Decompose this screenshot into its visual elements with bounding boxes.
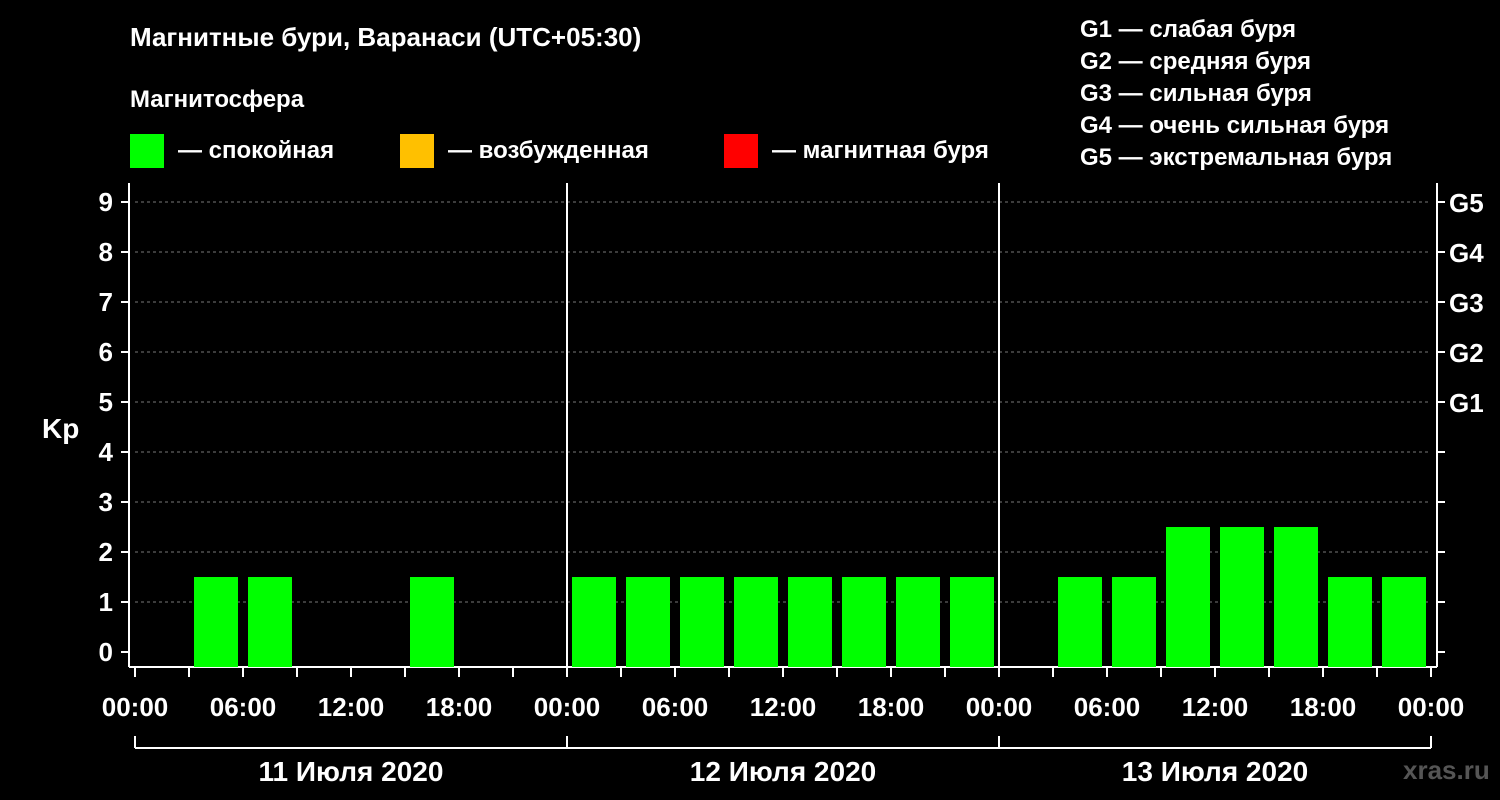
x-tick-label: 00:00: [534, 692, 601, 722]
kp-bar: [1112, 577, 1156, 667]
kp-bar: [1274, 527, 1318, 667]
y-tick-label: 1: [99, 587, 113, 617]
kp-bar: [248, 577, 292, 667]
y-tick-label: 8: [99, 237, 113, 267]
y-tick-label: 7: [99, 287, 113, 317]
kp-bar: [410, 577, 454, 667]
x-tick-label: 06:00: [1074, 692, 1141, 722]
y-tick-label: 2: [99, 537, 113, 567]
right-tick-label: G3: [1449, 288, 1484, 318]
kp-bar: [626, 577, 670, 667]
y-tick-label: 9: [99, 187, 113, 217]
x-tick-label: 18:00: [858, 692, 925, 722]
y-tick-label: 0: [99, 637, 113, 667]
x-tick-label: 12:00: [318, 692, 385, 722]
x-tick-label: 06:00: [210, 692, 277, 722]
x-tick-label: 00:00: [102, 692, 169, 722]
kp-bar: [680, 577, 724, 667]
y-tick-label: 6: [99, 337, 113, 367]
x-tick-label: 18:00: [1290, 692, 1357, 722]
y-tick-label: 4: [99, 437, 114, 467]
x-tick-label: 12:00: [1182, 692, 1249, 722]
y-tick-label: 5: [99, 387, 113, 417]
day-label: 12 Июля 2020: [690, 756, 876, 787]
y-axis-label: Kp: [42, 413, 79, 444]
right-tick-label: G4: [1449, 238, 1484, 268]
kp-bar: [1328, 577, 1372, 667]
watermark: xras.ru: [1403, 755, 1490, 785]
kp-bar: [194, 577, 238, 667]
x-tick-label: 12:00: [750, 692, 817, 722]
y-tick-label: 3: [99, 487, 113, 517]
kp-bar: [1382, 577, 1426, 667]
kp-bar: [1166, 527, 1210, 667]
x-tick-label: 00:00: [966, 692, 1033, 722]
right-tick-label: G5: [1449, 188, 1484, 218]
kp-bar: [1220, 527, 1264, 667]
x-tick-label: 18:00: [426, 692, 493, 722]
x-tick-label: 06:00: [642, 692, 709, 722]
day-label: 11 Июля 2020: [259, 756, 444, 787]
kp-bar: [788, 577, 832, 667]
right-tick-label: G1: [1449, 388, 1484, 418]
x-tick-label: 00:00: [1398, 692, 1465, 722]
kp-bar: [734, 577, 778, 667]
kp-bar: [896, 577, 940, 667]
kp-chart: 0 1 2 3 4 5 6 7 8 9 G1 G2 G3 G4 G5 Kp 00:00 06:00 12:00 18:…: [42, 183, 1484, 787]
day-label: 13 Июля 2020: [1122, 756, 1308, 787]
kp-bar: [950, 577, 994, 667]
kp-bar: [842, 577, 886, 667]
right-tick-label: G2: [1449, 338, 1484, 368]
kp-bar: [1058, 577, 1102, 667]
kp-bar: [572, 577, 616, 667]
